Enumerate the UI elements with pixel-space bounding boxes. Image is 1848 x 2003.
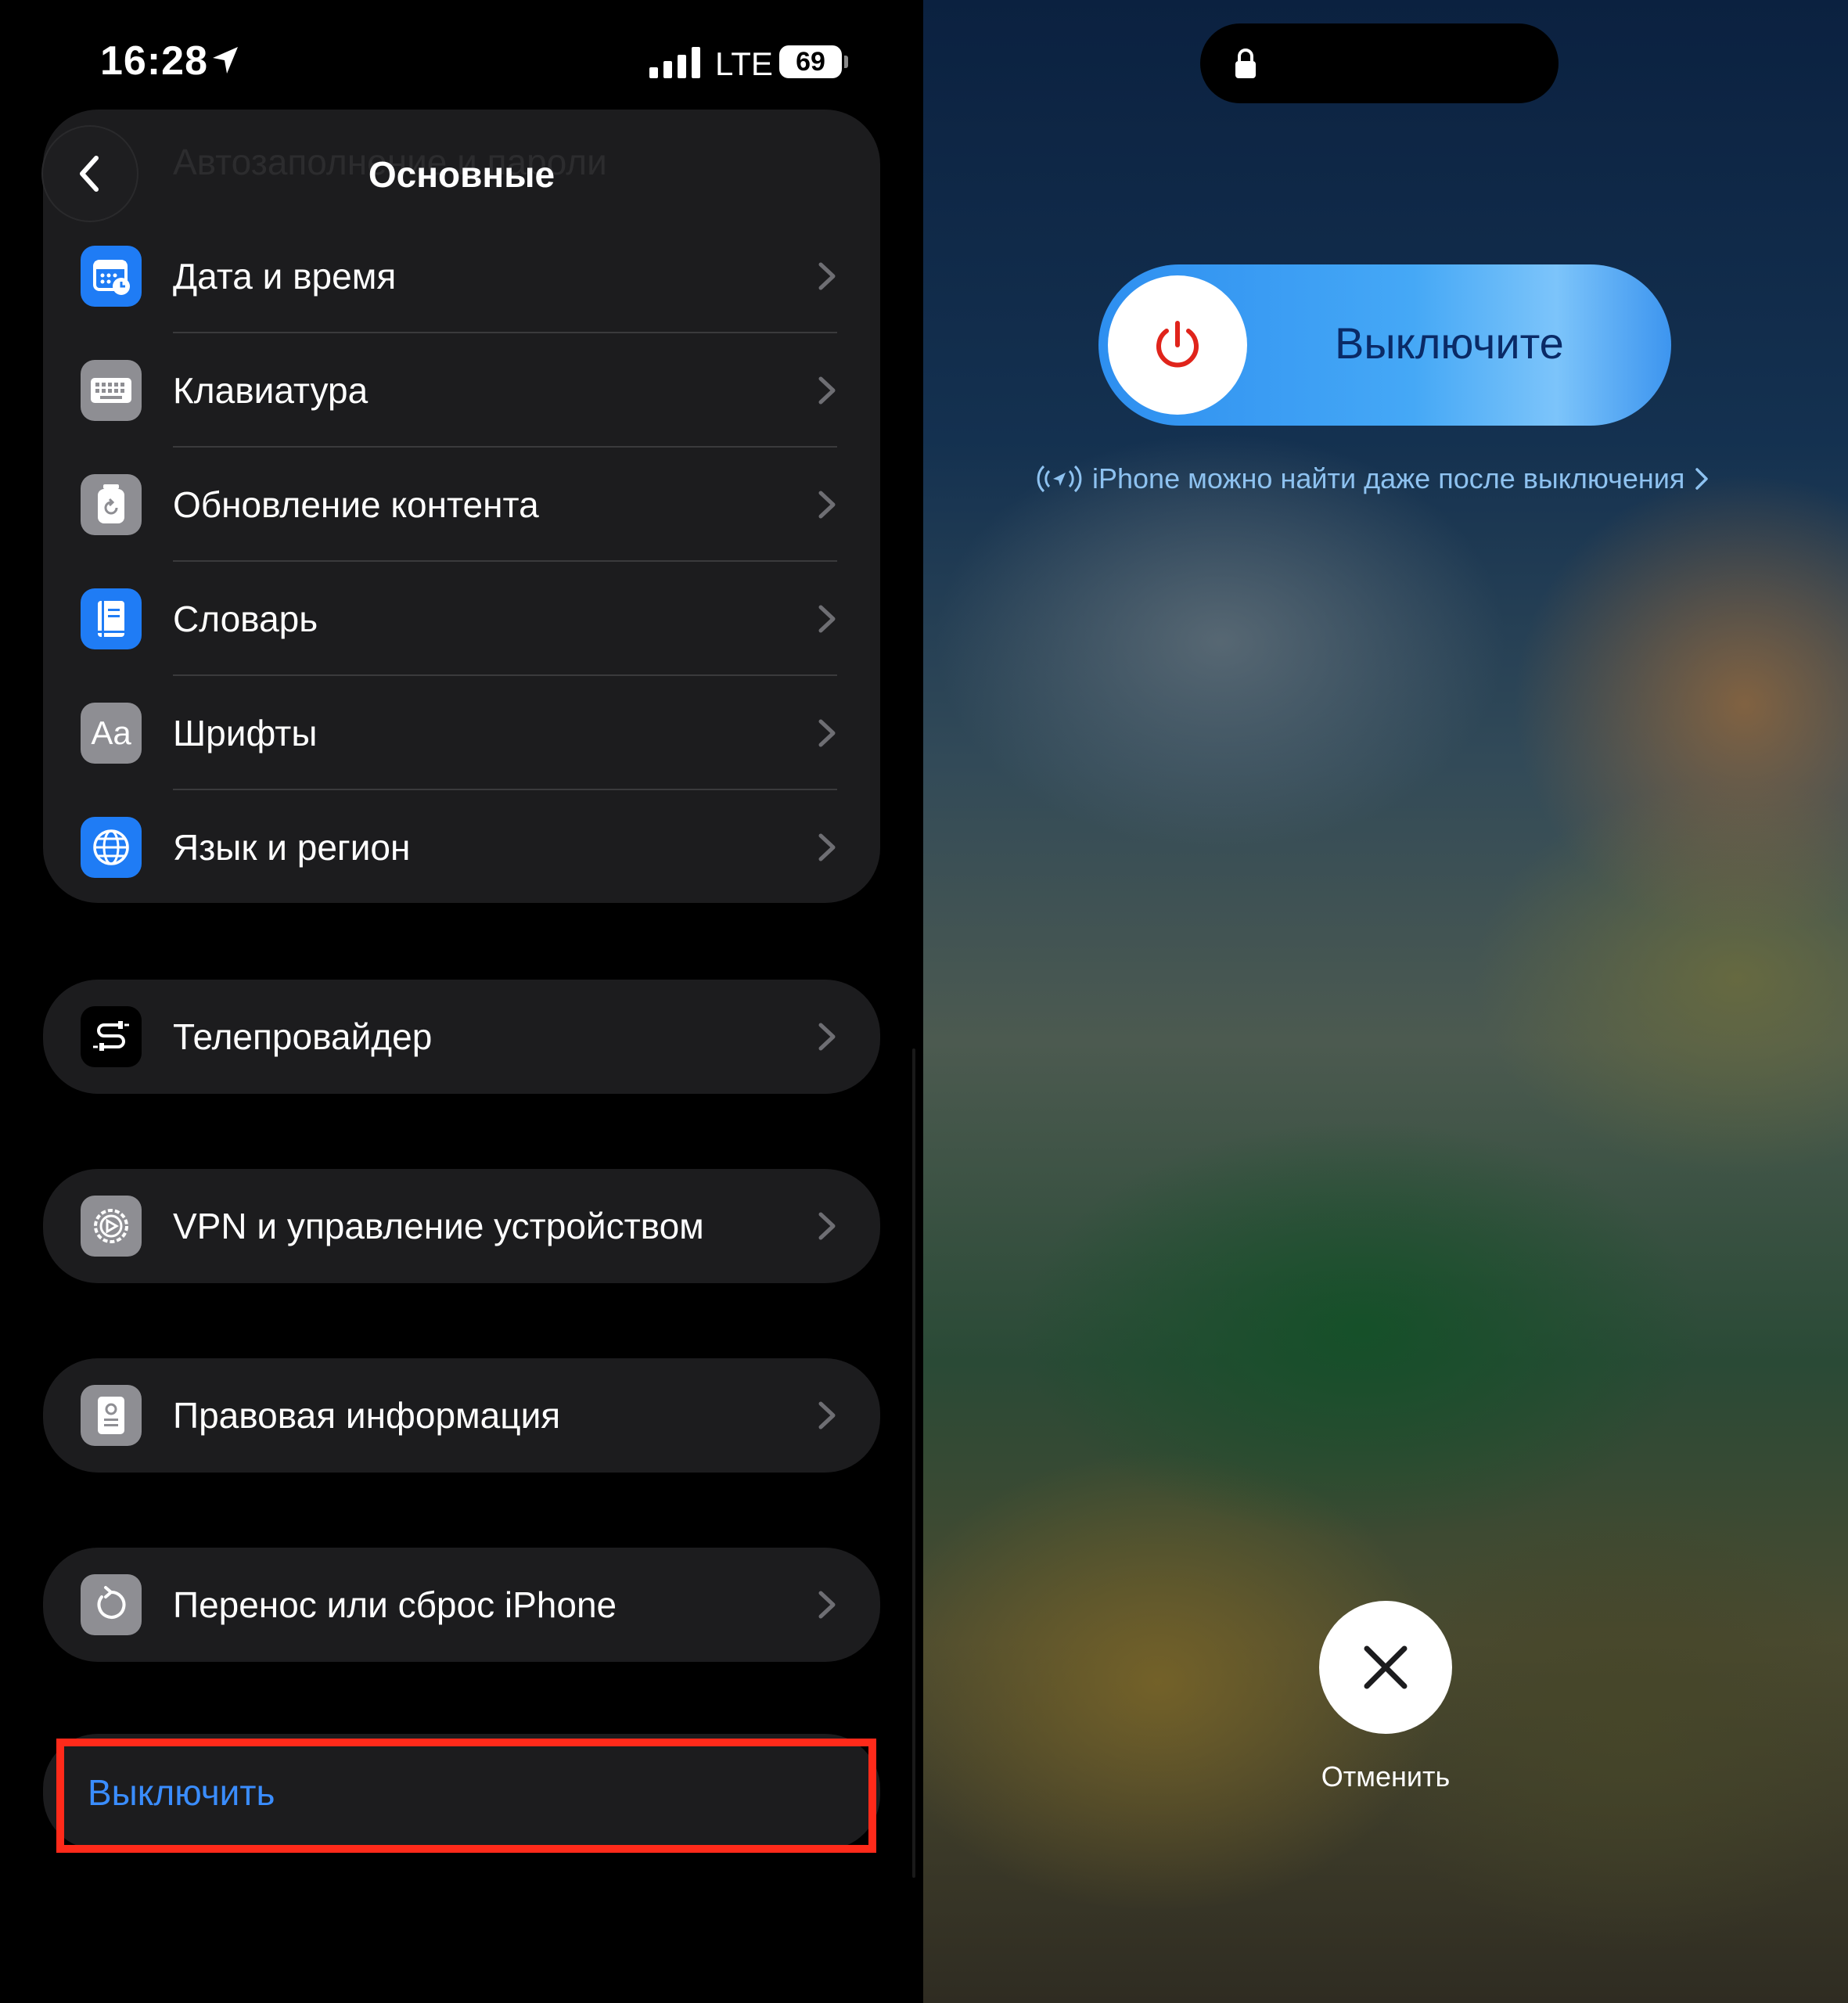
calendar-clock-icon [81, 246, 142, 307]
fonts-icon: Aa [81, 703, 142, 764]
chevron-right-icon [818, 833, 836, 861]
settings-row-label: Телепровайдер [173, 1016, 433, 1057]
lock-icon [1235, 49, 1256, 78]
settings-row-label: Клавиатура [173, 370, 369, 411]
find-my-text: iPhone можно найти даже после выключения [1092, 462, 1685, 494]
settings-row-content-update[interactable]: Обновление контента [43, 448, 880, 562]
settings-row-vpn-device-management[interactable]: VPN и управление устройством [43, 1169, 880, 1283]
dictionary-book-icon [81, 588, 142, 649]
reset-icon [81, 1574, 142, 1635]
settings-row-date-time[interactable]: Дата и время [43, 219, 880, 333]
settings-group-transfer: Перенос или сброс iPhone [43, 1548, 880, 1662]
power-icon [1156, 321, 1199, 368]
scroll-indicator [912, 1048, 915, 1878]
power-off-slider-knob[interactable] [1108, 275, 1247, 415]
chevron-right-icon [818, 491, 836, 519]
legal-document-icon [81, 1385, 142, 1446]
close-icon [1364, 1645, 1408, 1689]
chevron-right-icon [818, 1212, 836, 1240]
chevron-right-icon [818, 1401, 836, 1429]
settings-group-vpn: VPN и управление устройством [43, 1169, 880, 1283]
settings-group-general: Дата и время Клавиатура Обновление конте… [43, 110, 880, 903]
chevron-right-icon [1695, 468, 1709, 490]
status-bar: 16:28 LTE 69 [0, 31, 923, 94]
dynamic-island [1200, 23, 1559, 103]
navigation-bar: Автозаполнение и пароли Основные [43, 117, 880, 221]
settings-row-label: Шрифты [173, 713, 318, 753]
find-my-signal-icon [1037, 465, 1082, 493]
cellular-signal-icon [649, 47, 701, 78]
refresh-app-icon [81, 474, 142, 535]
battery-level: 69 [779, 45, 842, 78]
status-time: 16:28 [100, 38, 208, 84]
chevron-right-icon [818, 719, 836, 747]
chevron-right-icon [818, 1023, 836, 1051]
power-off-screen: Выключите iPhone можно найти даже после … [923, 0, 1848, 2003]
settings-group-legal: Правовая информация [43, 1358, 880, 1473]
chevron-right-icon [818, 1591, 836, 1619]
globe-icon [81, 817, 142, 878]
settings-screen: 16:28 LTE 69 Дата и время Клавиатура Обн… [0, 0, 923, 2003]
settings-row-dictionary[interactable]: Словарь [43, 562, 880, 676]
settings-row-transfer-reset[interactable]: Перенос или сброс iPhone [43, 1548, 880, 1662]
settings-row-label: Обновление контента [173, 484, 539, 525]
cancel-button[interactable] [1319, 1601, 1452, 1734]
chevron-right-icon [818, 376, 836, 405]
settings-row-label: Словарь [173, 599, 318, 639]
settings-row-label: Язык и регион [173, 827, 411, 868]
find-my-link[interactable]: iPhone можно найти даже после выключения [1034, 457, 1738, 501]
network-type: LTE [715, 45, 773, 82]
settings-row-keyboard[interactable]: Клавиатура [43, 333, 880, 448]
battery-tip [844, 56, 848, 68]
settings-row-label: VPN и управление устройством [173, 1206, 704, 1246]
fonts-icon-glyph: Aa [91, 714, 131, 751]
slider-label: Выключите [1335, 318, 1564, 368]
settings-row-legal-information[interactable]: Правовая информация [43, 1358, 880, 1473]
settings-row-label: Перенос или сброс iPhone [173, 1584, 617, 1625]
settings-row-label: Дата и время [173, 256, 397, 297]
cancel-label: Отменить [1321, 1760, 1451, 1793]
gear-icon [81, 1196, 142, 1257]
settings-row-fonts[interactable]: Aa Шрифты [43, 676, 880, 790]
keyboard-icon [81, 360, 142, 421]
settings-row-label: Правовая информация [173, 1395, 561, 1436]
highlight-box [56, 1739, 876, 1853]
chevron-right-icon [818, 605, 836, 633]
settings-row-tv-provider[interactable]: Телепровайдер [43, 980, 880, 1094]
location-arrow-icon [213, 47, 238, 74]
page-title: Основные [368, 154, 555, 195]
tv-provider-icon [81, 1006, 142, 1067]
settings-row-language-region[interactable]: Язык и регион [43, 790, 880, 903]
chevron-right-icon [818, 262, 836, 290]
settings-group-tv-provider: Телепровайдер [43, 980, 880, 1094]
